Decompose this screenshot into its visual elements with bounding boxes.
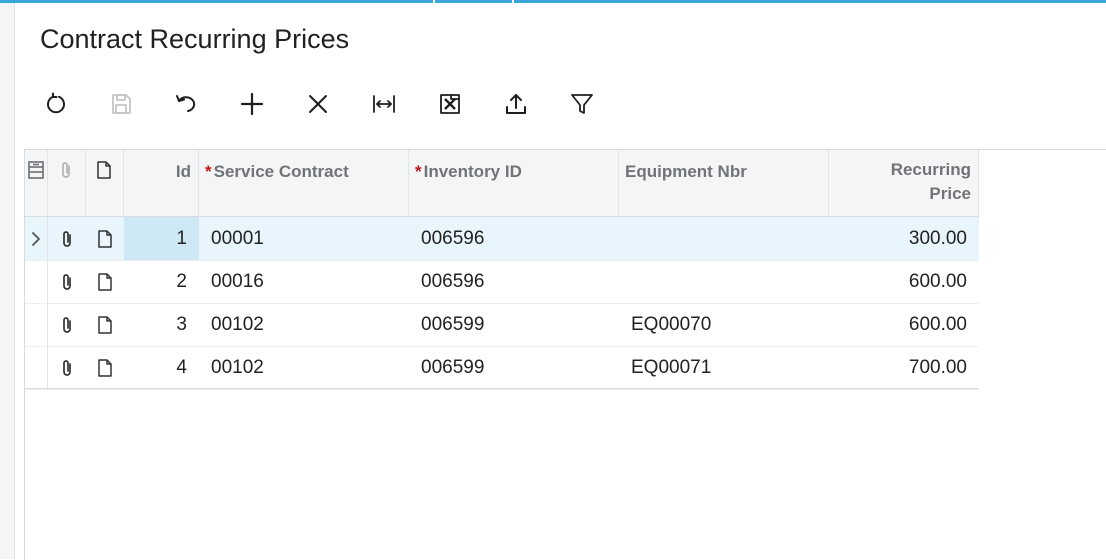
column-label: Price (929, 184, 971, 203)
save-button[interactable] (89, 84, 153, 124)
row-selector[interactable] (25, 346, 47, 389)
close-icon (309, 95, 327, 113)
column-label: Inventory ID (423, 162, 522, 181)
undo-button[interactable] (154, 84, 218, 124)
filter-button[interactable] (550, 84, 614, 124)
note-icon (98, 272, 112, 291)
note-icon (98, 315, 112, 334)
row-notes-button[interactable] (86, 217, 124, 260)
fit-columns-button[interactable] (352, 84, 416, 124)
page-title: Contract Recurring Prices (40, 24, 350, 54)
cell-service-contract[interactable]: 00102 (199, 346, 409, 389)
top-bar-gap (433, 0, 435, 3)
data-grid: Id * Service Contract * Inventory ID Equip… (24, 149, 1106, 560)
cell-id[interactable]: 2 (124, 260, 199, 303)
paperclip-icon (63, 230, 71, 247)
paperclip-icon (63, 359, 71, 376)
cell-service-contract[interactable]: 00102 (199, 303, 409, 346)
required-mark: * (415, 162, 422, 181)
cell-recurring-price[interactable]: 600.00 (829, 303, 979, 346)
cell-id[interactable]: 3 (124, 303, 199, 346)
row-selector[interactable] (25, 260, 47, 303)
column-header-equipment-nbr[interactable]: Equipment Nbr (619, 150, 829, 216)
paperclip-icon (63, 273, 71, 290)
cell-recurring-price[interactable]: 700.00 (829, 346, 979, 389)
chevron-right-icon (32, 231, 40, 246)
add-button[interactable] (220, 84, 284, 124)
fit-width-icon (373, 95, 395, 113)
top-bar-gap (512, 0, 514, 3)
column-settings-icon (28, 161, 44, 179)
column-header-inventory-id[interactable]: * Inventory ID (409, 150, 619, 216)
cell-equipment-nbr[interactable] (619, 217, 829, 260)
column-label: Service Contract (213, 162, 349, 181)
delete-button[interactable] (286, 84, 350, 124)
cell-recurring-price[interactable]: 600.00 (829, 260, 979, 303)
table-row[interactable]: 3 00102 006599 EQ00070 600.00 (25, 303, 979, 347)
note-icon (97, 161, 111, 179)
save-icon (112, 94, 131, 114)
cell-inventory-id[interactable]: 006599 (409, 303, 619, 346)
paperclip-icon (62, 162, 70, 178)
cell-equipment-nbr[interactable]: EQ00071 (619, 346, 829, 389)
excel-icon (440, 94, 460, 114)
cell-id[interactable]: 1 (124, 217, 199, 260)
note-icon (98, 229, 112, 248)
table-row[interactable]: 2 00016 006596 600.00 (25, 260, 979, 304)
row-notes-button[interactable] (86, 346, 124, 389)
column-header-id[interactable]: Id (124, 150, 199, 216)
files-column-header[interactable] (48, 150, 86, 216)
cell-service-contract[interactable]: 00001 (199, 217, 409, 260)
cell-id[interactable]: 4 (124, 346, 199, 389)
table-row[interactable]: 1 00001 006596 300.00 (25, 217, 979, 261)
grid-bottom-border (25, 388, 979, 389)
upload-icon (506, 94, 526, 114)
refresh-button[interactable] (24, 84, 88, 124)
row-files-button[interactable] (48, 217, 86, 260)
plus-icon (240, 92, 264, 116)
note-icon (98, 358, 112, 377)
cell-inventory-id[interactable]: 006596 (409, 217, 619, 260)
paperclip-icon (63, 316, 71, 333)
required-mark: * (205, 162, 212, 181)
notes-column-header[interactable] (86, 150, 124, 216)
top-accent-bar (0, 0, 1106, 3)
column-header-service-contract[interactable]: * Service Contract (199, 150, 409, 216)
row-files-button[interactable] (48, 303, 86, 346)
row-notes-button[interactable] (86, 303, 124, 346)
row-files-button[interactable] (48, 260, 86, 303)
table-row[interactable]: 4 00102 006599 EQ00071 700.00 (25, 346, 979, 390)
grid-header: Id * Service Contract * Inventory ID Equip… (25, 150, 979, 217)
cell-equipment-nbr[interactable]: EQ00070 (619, 303, 829, 346)
column-label: Recurring (890, 160, 971, 179)
column-chooser-cell[interactable] (25, 150, 48, 216)
undo-icon (176, 95, 196, 112)
cell-recurring-price[interactable]: 300.00 (829, 217, 979, 260)
cell-equipment-nbr[interactable] (619, 260, 829, 303)
row-files-button[interactable] (48, 346, 86, 389)
cell-inventory-id[interactable]: 006596 (409, 260, 619, 303)
left-panel-strip (0, 3, 15, 559)
cell-service-contract[interactable]: 00016 (199, 260, 409, 303)
row-selector[interactable] (25, 217, 47, 260)
cell-inventory-id[interactable]: 006599 (409, 346, 619, 389)
export-excel-button[interactable] (418, 84, 482, 124)
refresh-icon (47, 92, 65, 114)
row-notes-button[interactable] (86, 260, 124, 303)
filter-icon (571, 94, 593, 114)
row-selector[interactable] (25, 303, 47, 346)
column-header-recurring-price[interactable]: Recurring Price (829, 150, 979, 216)
upload-button[interactable] (484, 84, 548, 124)
